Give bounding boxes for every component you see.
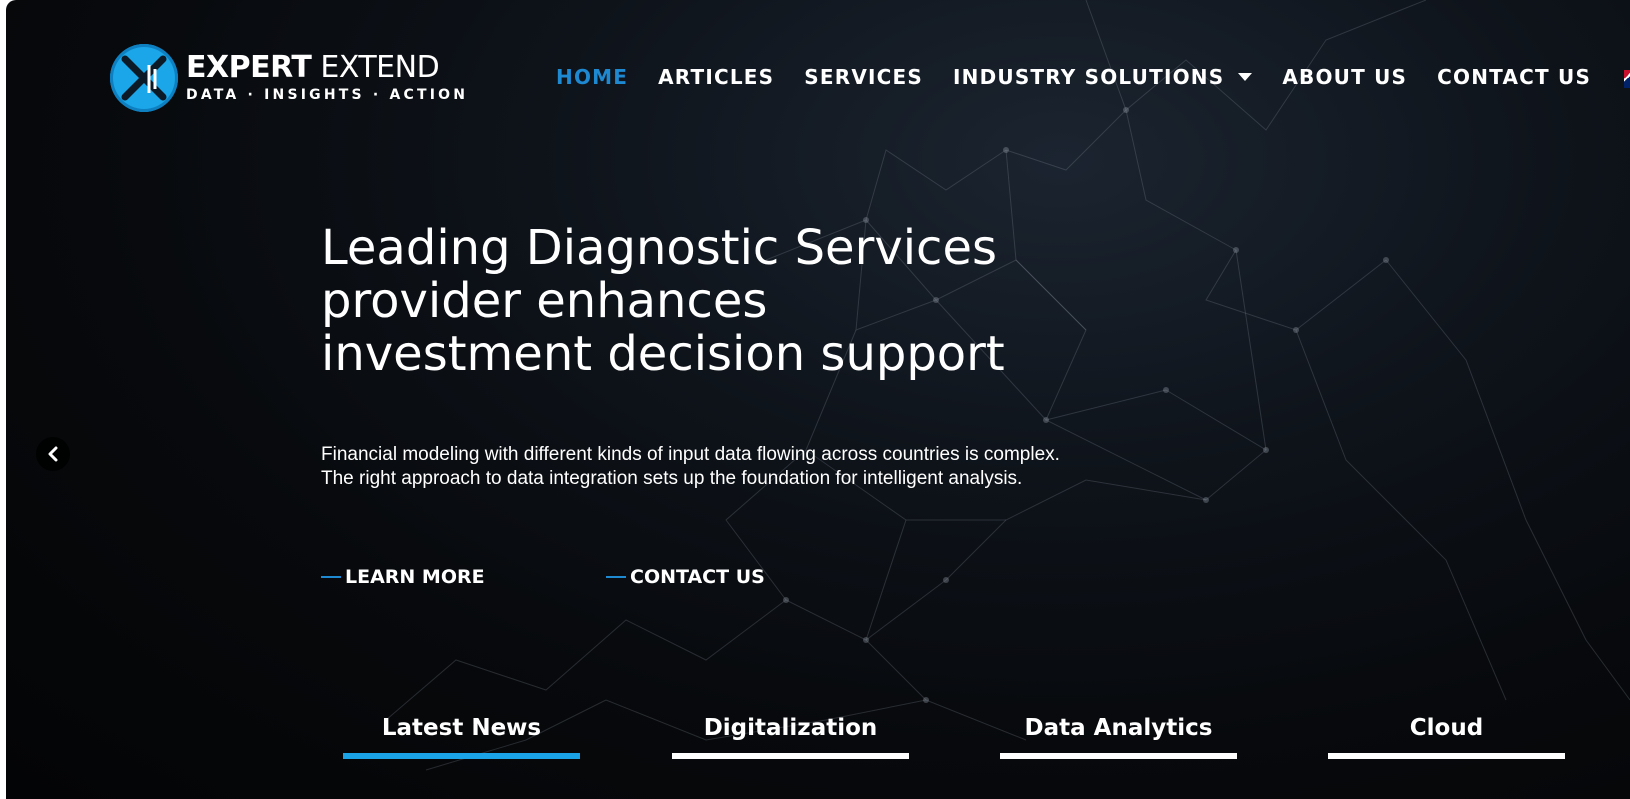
tab-latest-news[interactable]: Latest News	[343, 715, 580, 759]
nav-home[interactable]: HOME	[556, 65, 628, 89]
hero-title-line: Leading Diagnostic Services	[321, 220, 997, 276]
tab-label: Digitalization	[703, 715, 878, 741]
tab-label: Data Analytics	[1024, 715, 1213, 741]
tab-data-analytics[interactable]: Data Analytics	[1000, 715, 1237, 759]
nav-articles[interactable]: ARTICLES	[658, 65, 774, 89]
nav-industry-solutions-label: INDUSTRY SOLUTIONS	[953, 65, 1225, 89]
uk-flag-icon[interactable]	[1624, 70, 1630, 88]
hero-title-line: investment decision support	[321, 326, 1005, 382]
dash-icon	[606, 576, 626, 578]
tab-indicator	[1328, 753, 1565, 759]
hero-title: Leading Diagnostic Services provider enh…	[321, 222, 1121, 381]
hero-description: Financial modeling with different kinds …	[321, 444, 1060, 489]
chevron-left-icon	[48, 446, 58, 462]
tab-digitalization[interactable]: Digitalization	[672, 715, 909, 759]
slider-tabs: Latest News Digitalization Data Analytic…	[6, 715, 1630, 775]
contact-us-link[interactable]: CONTACT US	[606, 566, 765, 588]
contact-us-label: CONTACT US	[630, 566, 765, 588]
main-nav: HOME ARTICLES SERVICES INDUSTRY SOLUTION…	[556, 65, 1621, 89]
nav-industry-solutions[interactable]: INDUSTRY SOLUTIONS	[953, 65, 1253, 89]
hero-title-line: provider enhances	[321, 273, 768, 329]
nav-contact-us[interactable]: CONTACT US	[1437, 65, 1591, 89]
learn-more-label: LEARN MORE	[345, 566, 485, 588]
learn-more-link[interactable]: LEARN MORE	[321, 566, 485, 588]
network-background	[385, 0, 1630, 771]
nav-services[interactable]: SERVICES	[804, 65, 923, 89]
brand-logo[interactable]: EXPERT EXTEND DATA · INSIGHTS · ACTION	[110, 44, 468, 112]
brand-tagline: DATA · INSIGHTS · ACTION	[186, 87, 469, 103]
tab-label: Latest News	[381, 715, 542, 741]
tab-cloud[interactable]: Cloud	[1328, 715, 1565, 759]
tab-indicator	[1000, 753, 1237, 759]
tab-indicator	[672, 753, 909, 759]
brand-x-icon	[110, 44, 178, 112]
slider-prev-button[interactable]	[36, 437, 70, 471]
hero-slider: EXPERT EXTEND DATA · INSIGHTS · ACTION H…	[6, 0, 1630, 799]
tab-label: Cloud	[1409, 715, 1484, 741]
dash-icon	[321, 576, 341, 578]
chevron-down-icon	[1238, 73, 1253, 81]
tab-indicator	[343, 753, 580, 759]
nav-about-us[interactable]: ABOUT US	[1282, 65, 1407, 89]
brand-name: EXPERT EXTEND	[186, 50, 440, 85]
